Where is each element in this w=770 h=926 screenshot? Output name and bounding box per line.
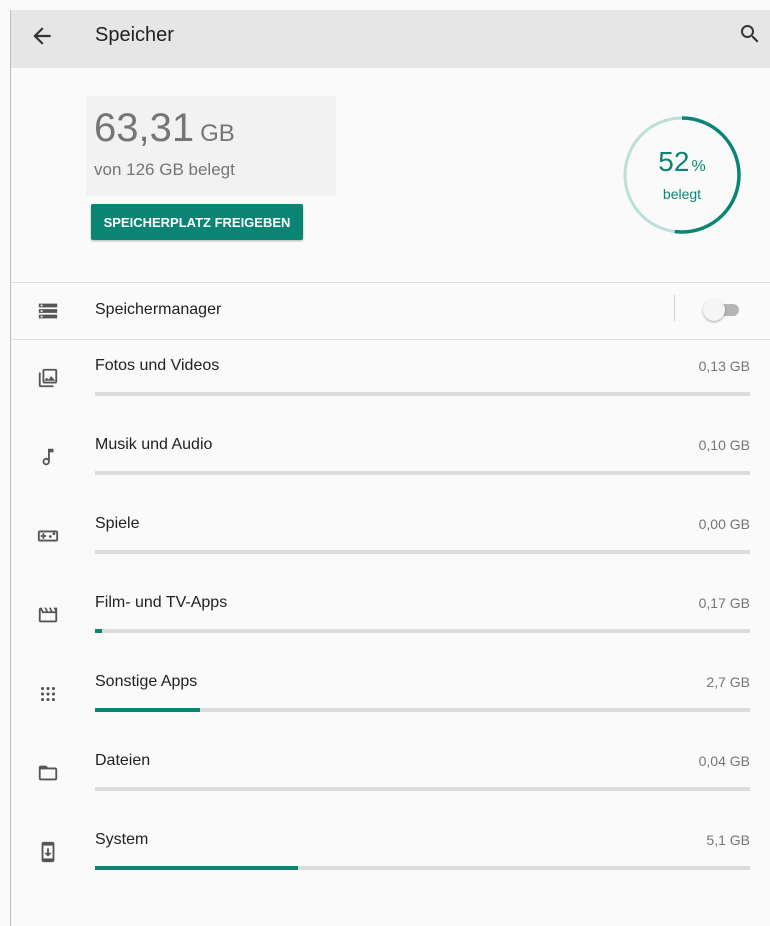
category-label: Musik und Audio: [95, 436, 213, 453]
movie-icon: [37, 604, 59, 626]
category-usage-bar: [95, 471, 750, 475]
category-label: Dateien: [95, 752, 151, 769]
search-button[interactable]: [738, 22, 762, 46]
category-usage-bar: [95, 550, 750, 554]
category-size: 0,00 GB: [698, 516, 750, 532]
category-size: 0,10 GB: [698, 437, 750, 453]
category-film-tv-apps[interactable]: Film- und TV-Apps 0,17 GB: [11, 577, 770, 656]
category-size: 0,04 GB: [698, 753, 750, 769]
search-icon: [741, 25, 759, 43]
category-usage-fill: [95, 708, 200, 712]
used-unit: GB: [200, 120, 235, 147]
category-label: Spiele: [95, 515, 140, 532]
category-label: Fotos und Videos: [95, 357, 220, 374]
usage-percent-sign: %: [691, 158, 706, 175]
back-button[interactable]: [29, 23, 55, 49]
row-separator: [674, 295, 675, 321]
category-music-audio[interactable]: Musik und Audio 0,10 GB: [11, 419, 770, 498]
storage-manager-label: Speichermanager: [95, 301, 222, 318]
usage-percent-value: 52: [658, 146, 690, 177]
storage-icon: [37, 300, 59, 322]
page-title: Speicher: [95, 24, 174, 46]
folder-icon: [37, 762, 59, 784]
category-size: 5,1 GB: [706, 832, 750, 848]
category-system[interactable]: System 5,1 GB: [11, 814, 770, 893]
photo-icon: [37, 367, 59, 389]
category-usage-bar: [95, 787, 750, 791]
app-bar: Speicher: [11, 10, 770, 68]
category-other-apps[interactable]: Sonstige Apps 2,7 GB: [11, 656, 770, 735]
usage-ring: 52% belegt: [623, 116, 741, 234]
category-photos-videos[interactable]: Fotos und Videos 0,13 GB: [11, 340, 770, 419]
category-label: Film- und TV-Apps: [95, 594, 228, 611]
category-label: System: [95, 831, 149, 848]
storage-manager-row[interactable]: Speichermanager: [11, 283, 770, 339]
category-usage-fill: [95, 629, 102, 633]
used-of-total: von 126 GB belegt: [94, 160, 235, 179]
category-usage-bar: [95, 392, 750, 396]
music-note-icon: [37, 446, 59, 468]
toggle-thumb: [703, 299, 725, 321]
category-size: 0,13 GB: [698, 358, 750, 374]
free-up-space-button[interactable]: SPEICHERPLATZ FREIGEBEN: [91, 204, 303, 240]
category-size: 0,17 GB: [698, 595, 750, 611]
storage-manager-toggle[interactable]: [703, 299, 741, 321]
system-update-icon: [37, 841, 59, 863]
category-usage-bar: [95, 708, 750, 712]
storage-summary: 63,31 GB von 126 GB belegt: [86, 96, 336, 196]
category-usage-fill: [95, 866, 299, 870]
category-usage-bar: [95, 866, 750, 870]
used-amount: 63,31 GB: [94, 106, 235, 151]
arrow-back-icon: [33, 27, 51, 45]
category-label: Sonstige Apps: [95, 673, 198, 690]
category-files[interactable]: Dateien 0,04 GB: [11, 735, 770, 814]
gamepad-icon: [37, 525, 59, 547]
usage-percent: 52%: [623, 146, 741, 178]
category-games[interactable]: Spiele 0,00 GB: [11, 498, 770, 577]
apps-icon: [37, 683, 59, 705]
category-size: 2,7 GB: [706, 674, 750, 690]
used-value: 63,31: [94, 106, 195, 150]
category-usage-bar: [95, 629, 750, 633]
usage-percent-label: belegt: [662, 186, 702, 202]
